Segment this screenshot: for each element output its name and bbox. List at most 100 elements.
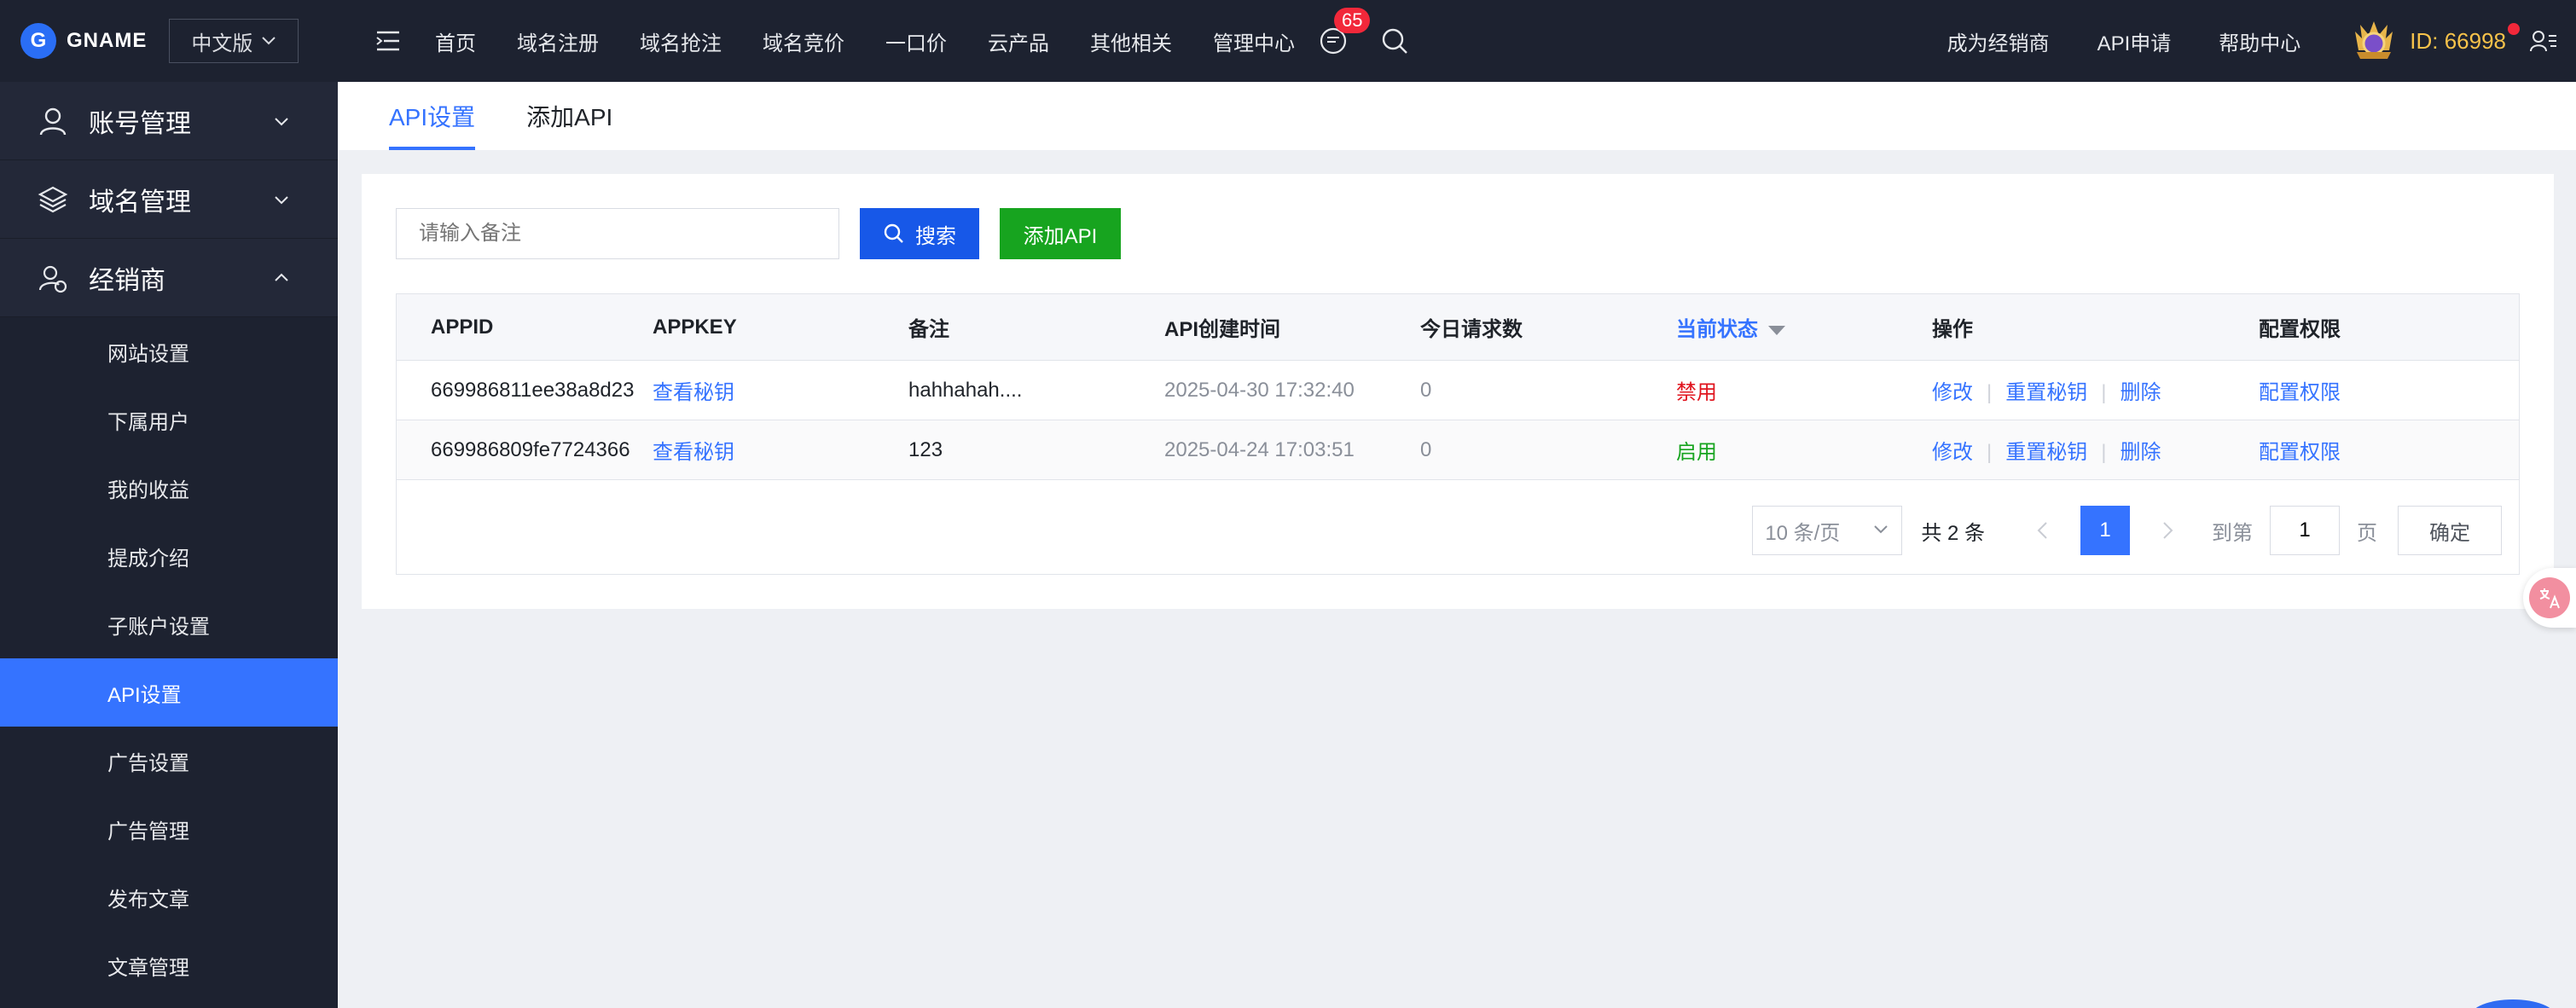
search-button[interactable]: 搜索 bbox=[860, 208, 979, 259]
logo-bar: G GNAME 中文版 bbox=[0, 0, 338, 82]
message-count-badge: 65 bbox=[1334, 8, 1371, 33]
main-nav: 首页 域名注册 域名抢注 域名竞价 一口价 云产品 其他相关 管理中心 bbox=[435, 26, 1319, 56]
tab-add-api[interactable]: 添加API bbox=[526, 82, 612, 150]
translate-icon bbox=[2529, 577, 2570, 618]
nav-fixed-price[interactable]: 一口价 bbox=[885, 26, 947, 56]
page-size-value: 10 条/页 bbox=[1765, 521, 1841, 545]
col-status-label: 当前状态 bbox=[1676, 318, 1758, 341]
sidebar-group-label: 账号管理 bbox=[89, 109, 191, 138]
brand-name[interactable]: GNAME bbox=[67, 29, 147, 53]
col-actions: 操作 bbox=[1932, 318, 1973, 341]
logo-icon[interactable]: G bbox=[20, 23, 56, 59]
language-select[interactable]: 中文版 bbox=[169, 19, 299, 63]
col-status[interactable]: 当前状态 bbox=[1676, 312, 1785, 342]
sidebar-group-domain[interactable]: 域名管理 bbox=[0, 160, 338, 239]
edit-link[interactable]: 修改 bbox=[1932, 441, 1973, 464]
user-icon bbox=[39, 107, 67, 135]
nav-other[interactable]: 其他相关 bbox=[1090, 26, 1172, 56]
nav-domain-snap[interactable]: 域名抢注 bbox=[640, 26, 722, 56]
chevron-left-icon[interactable] bbox=[2034, 520, 2051, 541]
row-actions: 修改 | 重置秘钥 | 删除 bbox=[1932, 375, 2161, 405]
menu-toggle-icon[interactable] bbox=[375, 30, 401, 52]
chevron-right-icon[interactable] bbox=[2159, 520, 2176, 541]
divider: | bbox=[1987, 441, 1993, 464]
page-suffix-label: 页 bbox=[2357, 521, 2377, 545]
col-note: 备注 bbox=[908, 318, 949, 341]
delete-link[interactable]: 删除 bbox=[2120, 381, 2161, 404]
search-icon[interactable] bbox=[1380, 26, 1409, 55]
nav-help-center[interactable]: 帮助中心 bbox=[2219, 26, 2300, 56]
chat-widget-button[interactable] bbox=[2470, 999, 2556, 1008]
view-secret-link[interactable]: 查看秘钥 bbox=[653, 435, 734, 465]
page-number-1[interactable]: 1 bbox=[2080, 506, 2130, 555]
user-id-text: ID: 66998 bbox=[2410, 27, 2506, 54]
translate-button[interactable] bbox=[2523, 568, 2576, 628]
configure-permissions-link[interactable]: 配置权限 bbox=[2259, 375, 2341, 405]
reset-secret-link[interactable]: 重置秘钥 bbox=[2005, 441, 2087, 464]
sidebar-item-my-earnings[interactable]: 我的收益 bbox=[0, 454, 338, 522]
sidebar-item-site-settings[interactable]: 网站设置 bbox=[0, 317, 338, 385]
chevron-down-icon bbox=[275, 117, 288, 125]
edit-link[interactable]: 修改 bbox=[1932, 381, 1973, 404]
dealer-icon bbox=[38, 265, 67, 293]
view-secret-link[interactable]: 查看秘钥 bbox=[653, 375, 734, 405]
vip-medal-icon bbox=[2355, 21, 2393, 59]
nav-domain-register[interactable]: 域名注册 bbox=[517, 26, 599, 56]
user-menu-icon[interactable] bbox=[2530, 29, 2557, 53]
status-badge: 禁用 bbox=[1676, 381, 1717, 404]
add-api-button[interactable]: 添加API bbox=[1000, 208, 1121, 259]
page-size-select[interactable]: 10 条/页 bbox=[1752, 506, 1903, 555]
sidebar-group-dealer[interactable]: 经销商 bbox=[0, 239, 338, 317]
col-today-requests: 今日请求数 bbox=[1420, 318, 1523, 341]
divider: | bbox=[2101, 441, 2107, 464]
table-row: 669986809fe7724366 查看秘钥 123 2025-04-24 1… bbox=[397, 420, 2519, 480]
cell-appid: 669986811ee38a8d23 bbox=[431, 378, 635, 402]
chevron-down-icon bbox=[1874, 525, 1888, 534]
nav-admin-center[interactable]: 管理中心 bbox=[1213, 26, 1295, 56]
configure-permissions-link[interactable]: 配置权限 bbox=[2259, 435, 2341, 465]
nav-cloud-products[interactable]: 云产品 bbox=[988, 26, 1049, 56]
message-button[interactable]: 65 bbox=[1319, 8, 1371, 55]
note-search-input[interactable] bbox=[396, 208, 839, 259]
sidebar-group-account[interactable]: 账号管理 bbox=[0, 82, 338, 160]
nav-become-dealer[interactable]: 成为经销商 bbox=[1947, 26, 2050, 56]
cell-today-requests: 0 bbox=[1420, 437, 1432, 461]
chevron-down-icon bbox=[261, 32, 276, 50]
top-right-nav: 成为经销商 API申请 帮助中心 ID: 66998 bbox=[1947, 0, 2576, 82]
sidebar-item-api-settings[interactable]: API设置 bbox=[0, 658, 338, 727]
col-created-time: API创建时间 bbox=[1164, 318, 1281, 341]
chevron-down-icon bbox=[275, 195, 288, 204]
top-navbar: 首页 域名注册 域名抢注 域名竞价 一口价 云产品 其他相关 管理中心 65 成… bbox=[338, 0, 2576, 82]
sidebar-item-ad-management[interactable]: 广告管理 bbox=[0, 795, 338, 863]
sidebar-item-ad-settings[interactable]: 广告设置 bbox=[0, 727, 338, 795]
sidebar-item-article-management[interactable]: 文章管理 bbox=[0, 931, 338, 999]
sidebar-item-subaccount-settings[interactable]: 子账户设置 bbox=[0, 590, 338, 658]
sort-down-icon bbox=[1768, 326, 1785, 336]
cell-created-time: 2025-04-30 17:32:40 bbox=[1164, 378, 1355, 402]
cell-note: 123 bbox=[908, 437, 943, 461]
col-appkey: APPKEY bbox=[653, 315, 737, 339]
chevron-up-icon bbox=[275, 273, 288, 281]
nav-api-apply[interactable]: API申请 bbox=[2097, 26, 2172, 56]
row-actions: 修改 | 重置秘钥 | 删除 bbox=[1932, 435, 2161, 465]
reset-secret-link[interactable]: 重置秘钥 bbox=[2005, 381, 2087, 404]
goto-confirm-button[interactable]: 确定 bbox=[2398, 506, 2502, 555]
notification-dot bbox=[2508, 22, 2520, 35]
goto-label: 到第 bbox=[2212, 521, 2253, 545]
nav-home[interactable]: 首页 bbox=[435, 26, 476, 56]
goto-page-input[interactable] bbox=[2270, 506, 2340, 555]
delete-link[interactable]: 删除 bbox=[2120, 441, 2161, 464]
search-icon bbox=[884, 223, 903, 243]
tab-api-settings[interactable]: API设置 bbox=[389, 82, 476, 150]
col-appid: APPID bbox=[431, 315, 494, 339]
sidebar-item-sub-users[interactable]: 下属用户 bbox=[0, 385, 338, 454]
total-count: 共 2 条 bbox=[1921, 521, 1985, 545]
nav-domain-auction[interactable]: 域名竞价 bbox=[763, 26, 844, 56]
language-label: 中文版 bbox=[191, 32, 253, 55]
sidebar-item-commission[interactable]: 提成介绍 bbox=[0, 522, 338, 590]
sidebar-item-publish-article[interactable]: 发布文章 bbox=[0, 863, 338, 931]
user-id-label[interactable]: ID: 66998 bbox=[2410, 22, 2520, 55]
api-table: APPID APPKEY 备注 API创建时间 今日请求数 当前状态 操作 配置… bbox=[396, 293, 2520, 575]
cell-created-time: 2025-04-24 17:03:51 bbox=[1164, 437, 1355, 461]
table-row: 669986811ee38a8d23 查看秘钥 hahhahah.... 202… bbox=[397, 361, 2519, 420]
